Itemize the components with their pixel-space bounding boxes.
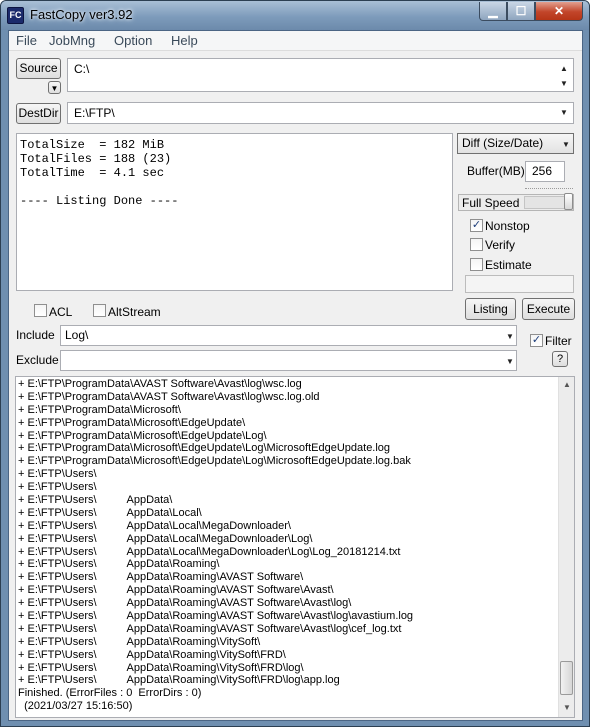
destdir-path-combo[interactable]: E:\FTP\ [67, 102, 574, 124]
log-line: + E:\FTP\Users\ [18, 468, 97, 481]
altstream-label: AltStream [108, 305, 161, 319]
destdir-path-text: E:\FTP\ [74, 106, 115, 120]
log-line: + E:\FTP\Users\ AppData\Roaming\VitySoft… [18, 661, 304, 674]
source-scroll-up-icon[interactable]: ▲ [560, 64, 568, 73]
destdir-chevron-down-icon[interactable]: ▼ [560, 108, 568, 117]
progress-area [465, 275, 574, 293]
verify-checkbox[interactable] [470, 238, 483, 251]
log-line: + E:\FTP\ProgramData\Microsoft\EdgeUpdat… [18, 429, 267, 442]
status-line-blank [20, 180, 449, 194]
log-line: + E:\FTP\Users\ AppData\Local\MegaDownlo… [18, 532, 313, 545]
copy-mode-value: Diff (Size/Date) [462, 136, 544, 150]
log-line: + E:\FTP\Users\ AppData\Roaming\VitySoft… [18, 674, 340, 687]
source-history-button[interactable]: ▼ [48, 81, 61, 94]
status-line-total-time: TotalTime = 4.1 sec [20, 166, 165, 180]
verify-label: Verify [485, 238, 516, 252]
log-line: + E:\FTP\Users\ AppData\Roaming\AVAST So… [18, 622, 402, 635]
speed-panel: Full Speed [458, 193, 574, 211]
log-line: (2021/03/27 15:16:50) [18, 700, 133, 713]
log-line: + E:\FTP\Users\ AppData\Roaming\VitySoft… [18, 635, 261, 648]
include-chevron-down-icon[interactable]: ▼ [506, 332, 514, 341]
destdir-button[interactable]: DestDir [16, 103, 61, 124]
log-line: + E:\FTP\ProgramData\AVAST Software\Avas… [18, 378, 302, 390]
log-line: + E:\FTP\ProgramData\Microsoft\EdgeUpdat… [18, 442, 391, 455]
filter-label: Filter [545, 334, 572, 348]
source-button[interactable]: Source [16, 58, 61, 79]
log-scrollbar[interactable]: ▲ ▼ [558, 377, 574, 717]
status-panel: TotalSize = 182 MiB TotalFiles = 188 (23… [16, 133, 453, 291]
menu-file[interactable]: File [16, 33, 37, 48]
window-title: FastCopy ver3.92 [30, 7, 133, 22]
buffer-value: 256 [532, 164, 553, 178]
status-line-listing-done: ---- Listing Done ---- [20, 194, 179, 208]
copy-mode-select[interactable]: Diff (Size/Date) [457, 133, 574, 154]
nonstop-label: Nonstop [485, 219, 530, 233]
chevron-down-icon: ▼ [50, 84, 59, 93]
source-path-input[interactable]: C:\ [67, 58, 574, 92]
exclude-chevron-down-icon[interactable]: ▼ [506, 357, 514, 366]
title-bar[interactable]: FC FastCopy ver3.92 ▁ ☐ ✕ [1, 1, 589, 30]
log-line: + E:\FTP\Users\ AppData\Local\MegaDownlo… [18, 545, 401, 558]
menu-jobmng[interactable]: JobMng [49, 33, 95, 48]
include-filter-text: Log\ [65, 328, 89, 342]
checkmark-icon: ✓ [531, 334, 542, 346]
fastcopy-app-icon: FC [7, 7, 24, 24]
include-label: Include [16, 328, 55, 342]
buffer-input[interactable]: 256 [525, 161, 565, 182]
minimize-button[interactable]: ▁ [479, 2, 507, 21]
filter-checkbox[interactable]: ✓ [530, 334, 543, 347]
filter-help-button[interactable]: ? [552, 351, 568, 367]
estimate-checkbox[interactable] [470, 258, 483, 271]
client-area: File JobMng Option Help Source ▼ C:\ ▲ ▼… [8, 30, 583, 721]
log-line: + E:\FTP\Users\ AppData\Roaming\VitySoft… [18, 648, 286, 661]
speed-label: Full Speed [462, 196, 520, 210]
exclude-filter-combo[interactable] [60, 350, 517, 371]
menu-help[interactable]: Help [171, 33, 198, 48]
close-button[interactable]: ✕ [535, 2, 583, 21]
close-icon: ✕ [553, 4, 565, 18]
log-line: + E:\FTP\Users\ AppData\Local\ [18, 506, 202, 519]
status-line-total-files: TotalFiles = 188 (23) [20, 152, 172, 166]
maximize-icon: ☐ [515, 4, 527, 18]
menu-bar: File JobMng Option Help [9, 31, 582, 51]
speed-slider-thumb[interactable] [564, 193, 573, 210]
log-panel: + E:\FTP\ProgramData\AVAST Software\Avas… [15, 376, 575, 718]
log-line: + E:\FTP\Users\ AppData\Roaming\AVAST So… [18, 584, 334, 597]
source-scroll-down-icon[interactable]: ▼ [560, 79, 568, 88]
altstream-checkbox[interactable] [93, 304, 106, 317]
app-window: FC FastCopy ver3.92 ▁ ☐ ✕ File JobMng Op… [0, 0, 590, 727]
log-line: + E:\FTP\Users\ AppData\Local\MegaDownlo… [18, 519, 291, 532]
log-line: + E:\FTP\Users\ AppData\Roaming\AVAST So… [18, 610, 414, 623]
log-line: + E:\FTP\Users\ AppData\Roaming\ [18, 558, 220, 571]
log-line: + E:\FTP\ProgramData\Microsoft\EdgeUpdat… [18, 455, 411, 468]
listing-button[interactable]: Listing [465, 298, 516, 320]
menu-option[interactable]: Option [114, 33, 152, 48]
include-filter-combo[interactable]: Log\ [60, 325, 517, 346]
log-line: + E:\FTP\ProgramData\Microsoft\ [18, 403, 181, 416]
log-line: + E:\FTP\Users\ AppData\Roaming\AVAST So… [18, 571, 304, 584]
log-line: + E:\FTP\Users\ [18, 481, 97, 494]
checkmark-icon: ✓ [471, 219, 482, 231]
buffer-label: Buffer(MB) [467, 164, 525, 178]
scroll-down-arrow-icon[interactable]: ▼ [559, 700, 575, 716]
acl-label: ACL [49, 305, 73, 319]
estimate-label: Estimate [485, 258, 532, 272]
speed-slider-track[interactable] [525, 188, 573, 192]
log-line: + E:\FTP\ProgramData\Microsoft\EdgeUpdat… [18, 416, 246, 429]
minimize-icon: ▁ [488, 4, 498, 18]
maximize-button[interactable]: ☐ [507, 2, 535, 21]
log-scrollbar-thumb[interactable] [560, 661, 573, 695]
log-line: Finished. (ErrorFiles : 0 ErrorDirs : 0) [18, 687, 202, 700]
status-line-total-size: TotalSize = 182 MiB [20, 138, 165, 152]
execute-button[interactable]: Execute [522, 298, 575, 320]
copy-mode-chevron-down-icon: ▼ [562, 140, 570, 149]
log-line: + E:\FTP\Users\ AppData\Roaming\AVAST So… [18, 597, 352, 610]
acl-checkbox[interactable] [34, 304, 47, 317]
nonstop-checkbox[interactable]: ✓ [470, 219, 483, 232]
exclude-label: Exclude [16, 353, 59, 367]
scroll-up-arrow-icon[interactable]: ▲ [559, 377, 575, 393]
source-path-text: C:\ [74, 62, 90, 76]
log-line: + E:\FTP\Users\ AppData\ [18, 494, 173, 507]
log-line: + E:\FTP\ProgramData\AVAST Software\Avas… [18, 390, 320, 403]
